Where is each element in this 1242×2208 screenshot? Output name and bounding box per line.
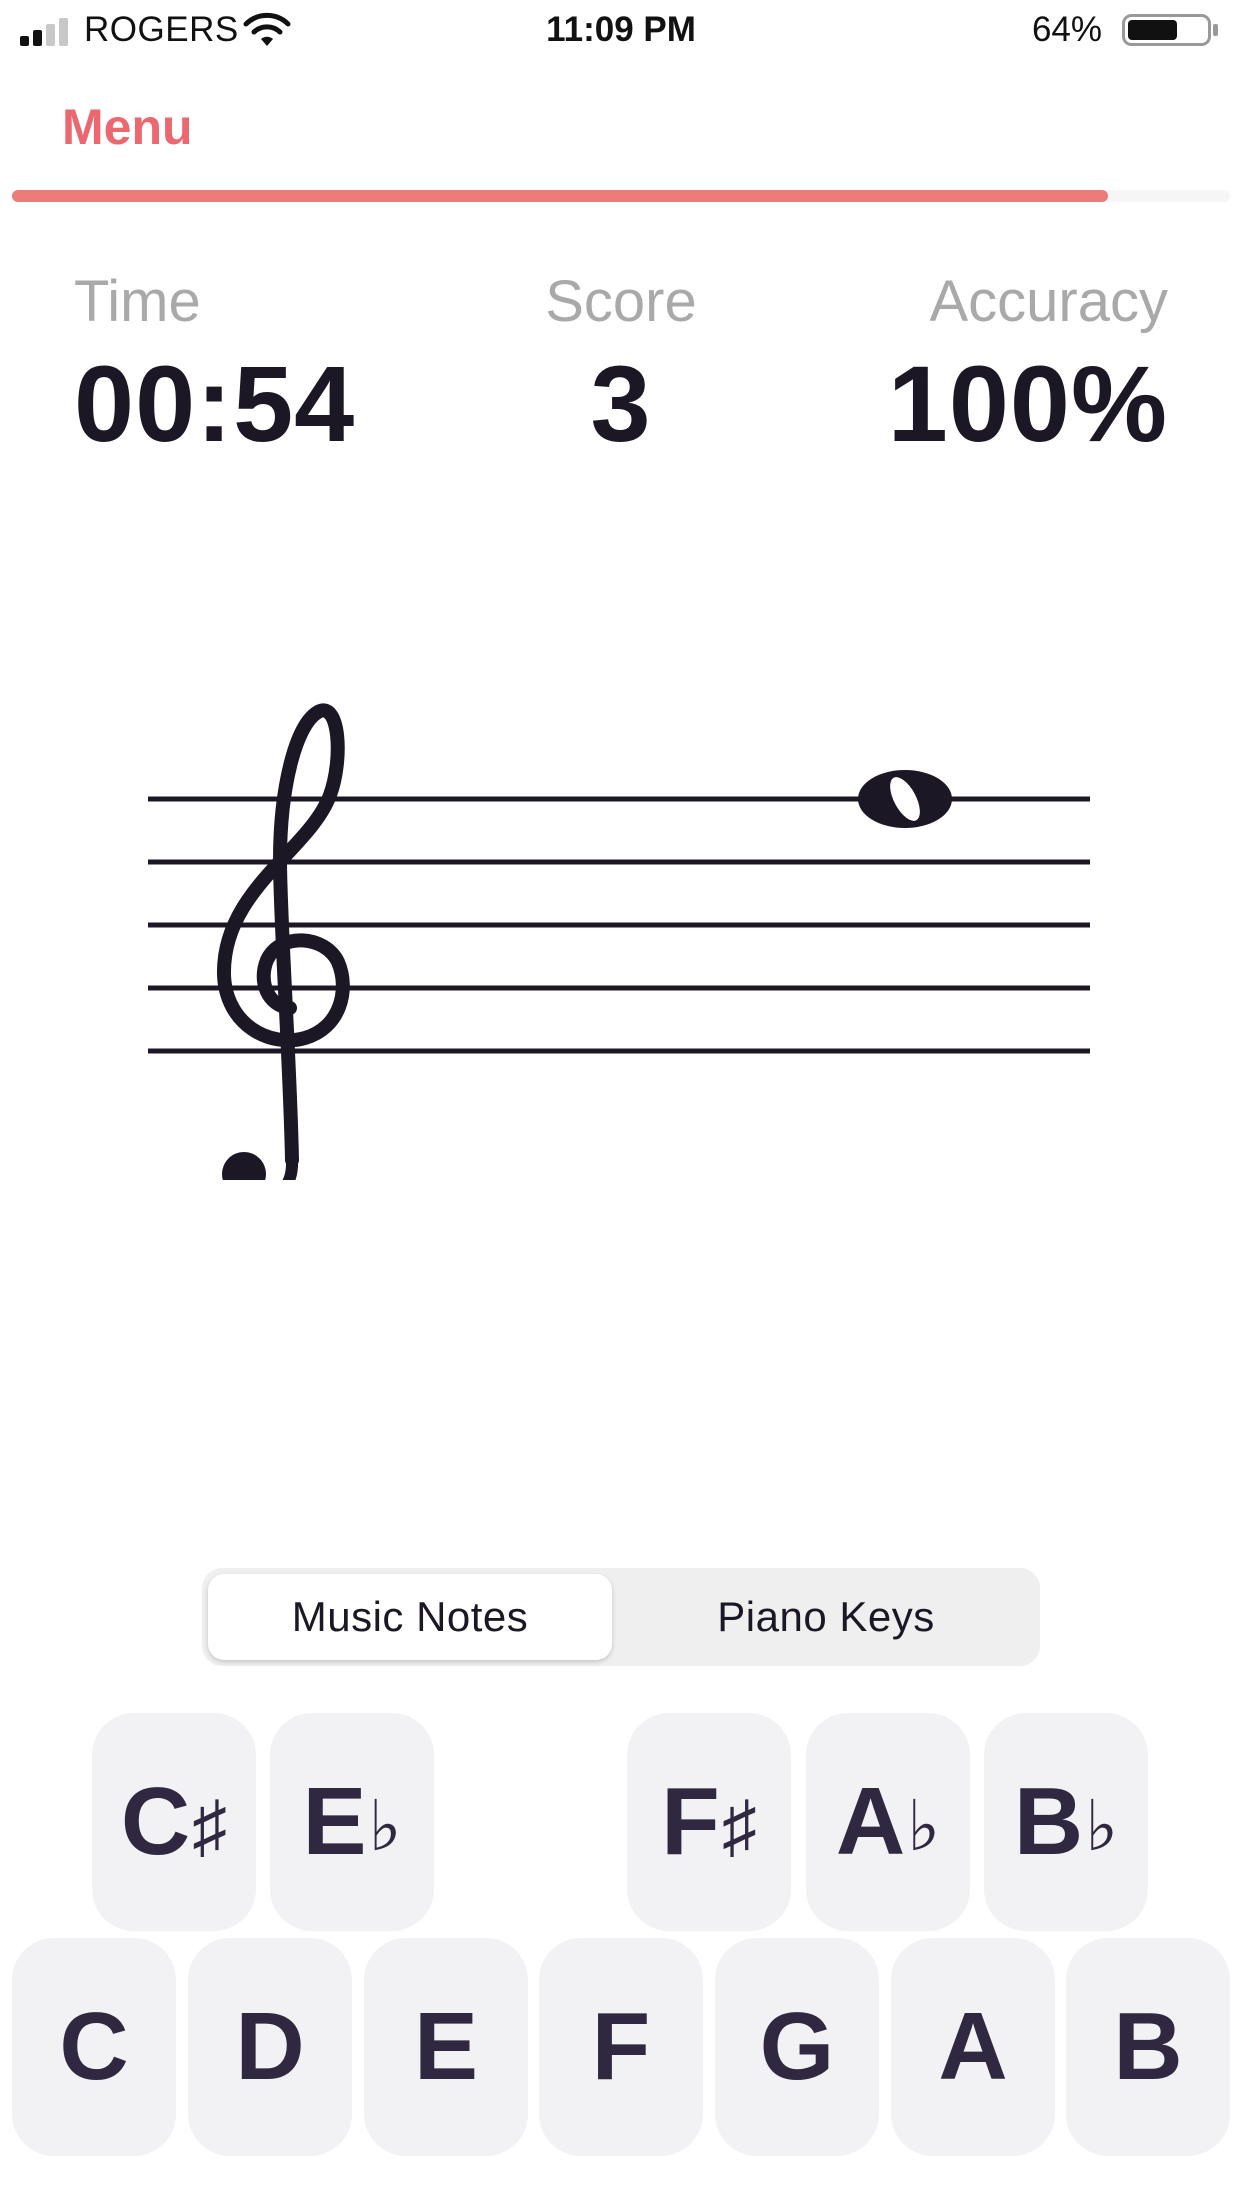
key-e[interactable]: E: [364, 1938, 528, 2156]
key-g[interactable]: G: [715, 1938, 879, 2156]
whole-note-icon: [858, 770, 952, 828]
time-label: Time: [74, 269, 201, 334]
key-a-flat[interactable]: A♭: [806, 1713, 970, 1931]
music-staff: [148, 703, 1090, 1180]
accuracy-label: Accuracy: [929, 269, 1168, 334]
sharp-icon: ♯: [192, 1787, 228, 1865]
score-stat: Score 3: [421, 268, 821, 466]
time-stat: Time 00:54: [74, 268, 355, 466]
menu-button[interactable]: Menu: [62, 98, 193, 156]
status-bar: ROGERS 11:09 PM 64%: [0, 0, 1242, 64]
score-label: Score: [545, 269, 697, 334]
key-letter: C: [120, 1768, 191, 1875]
key-c-sharp[interactable]: C♯: [92, 1713, 256, 1931]
key-letter: E: [302, 1768, 367, 1875]
mode-toggle: Music Notes Piano Keys: [202, 1568, 1040, 1666]
battery-percent: 64%: [1031, 10, 1102, 49]
flat-icon: ♭: [368, 1787, 402, 1865]
key-b-flat[interactable]: B♭: [984, 1713, 1148, 1931]
battery-icon: [1122, 14, 1218, 46]
time-value: 00:54: [74, 343, 356, 464]
tab-music-notes[interactable]: Music Notes: [208, 1574, 612, 1660]
key-letter: B: [1013, 1768, 1084, 1875]
flat-icon: ♭: [907, 1787, 941, 1865]
key-c[interactable]: C: [12, 1938, 176, 2156]
score-value: 3: [590, 343, 652, 464]
key-b[interactable]: B: [1066, 1938, 1230, 2156]
key-a[interactable]: A: [891, 1938, 1055, 2156]
progress-bar-fill: [12, 190, 1109, 202]
accuracy-stat: Accuracy 100%: [888, 268, 1168, 466]
key-f[interactable]: F: [539, 1938, 703, 2156]
key-letter: A: [835, 1768, 906, 1875]
progress-bar: [12, 190, 1230, 202]
tab-piano-keys[interactable]: Piano Keys: [618, 1574, 1034, 1660]
flat-icon: ♭: [1085, 1787, 1119, 1865]
key-letter: F: [661, 1768, 720, 1875]
key-f-sharp[interactable]: F♯: [627, 1713, 791, 1931]
sharp-icon: ♯: [721, 1787, 757, 1865]
accuracy-value: 100%: [887, 343, 1168, 464]
key-d[interactable]: D: [188, 1938, 352, 2156]
key-e-flat[interactable]: E♭: [270, 1713, 434, 1931]
treble-clef-icon: [216, 703, 350, 1180]
